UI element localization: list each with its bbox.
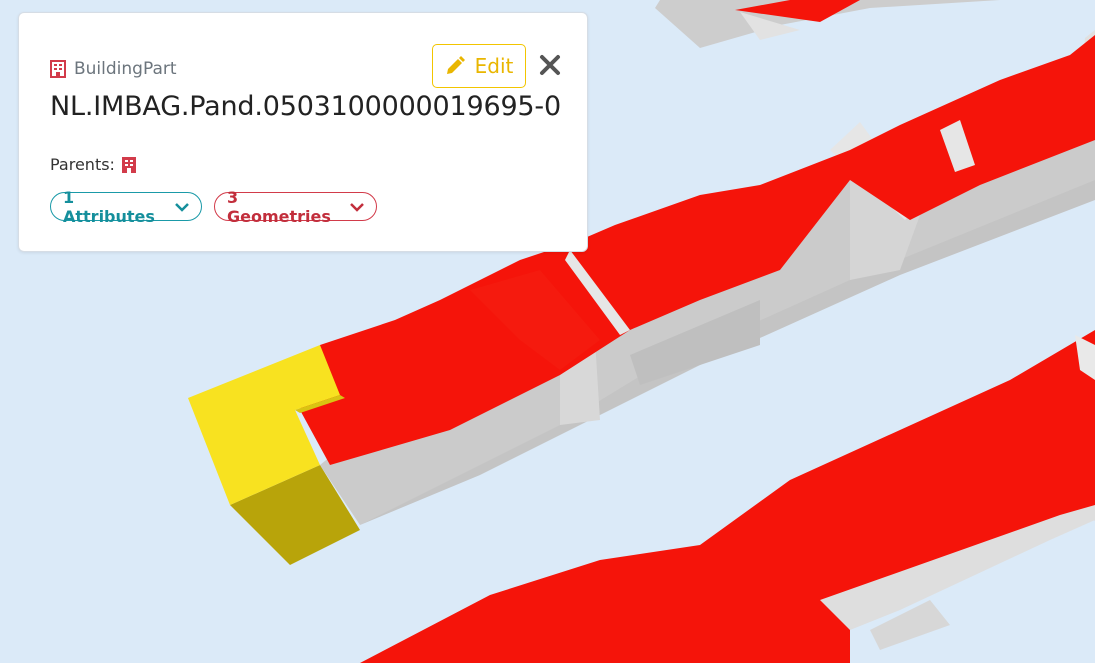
close-icon [539,54,561,76]
parents-row: Parents: [50,155,137,174]
geometries-toggle[interactable]: 3 Geometries [214,188,377,226]
feature-type-row: BuildingPart [50,59,177,79]
attributes-label: 1 Attributes [63,187,155,226]
chevron-down-icon [350,202,364,212]
attributes-toggle[interactable]: 1 Attributes [50,188,202,226]
feature-type-label: BuildingPart [74,59,177,79]
feature-info-panel: BuildingPart NL.IMBAG.Pand.0503100000019… [18,12,588,252]
feature-id-title: NL.IMBAG.Pand.0503100000019695-0 [50,91,561,122]
edit-button-label: Edit [474,54,514,78]
parent-building-icon[interactable] [121,156,137,174]
chevron-down-icon [175,202,189,212]
edit-button[interactable]: Edit [432,44,526,88]
close-button[interactable] [536,51,564,79]
building-icon [50,60,66,78]
pencil-icon [445,56,465,76]
geometries-label: 3 Geometries [227,187,331,226]
parents-label: Parents: [50,155,115,174]
